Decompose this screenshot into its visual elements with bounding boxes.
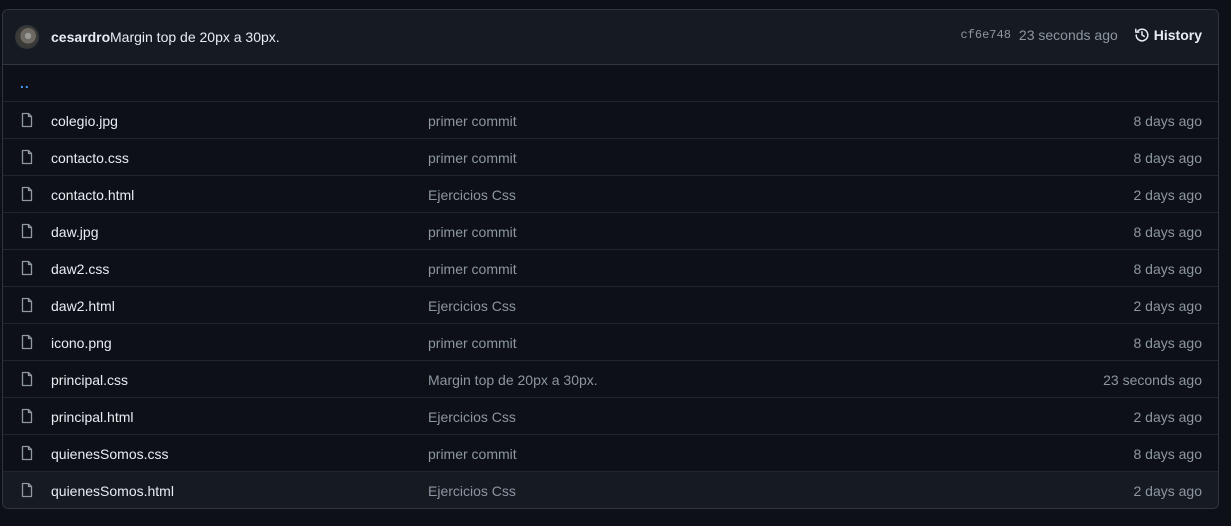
file-name-link[interactable]: quienesSomos.css: [51, 446, 169, 462]
latest-commit-bar: cesardro Margin top de 20px a 30px. cf6e…: [3, 10, 1218, 65]
file-age: 8 days ago: [1133, 261, 1203, 277]
file-icon: [19, 186, 35, 202]
file-name-link[interactable]: icono.png: [51, 335, 112, 351]
file-name-link[interactable]: daw2.html: [51, 298, 115, 314]
file-commit-message[interactable]: primer commit: [428, 261, 517, 277]
file-row[interactable]: icono.png primer commit 8 days ago: [3, 324, 1218, 361]
file-row[interactable]: principal.html Ejercicios Css 2 days ago: [3, 398, 1218, 435]
file-icon: [19, 112, 35, 128]
file-age: 2 days ago: [1133, 187, 1203, 203]
file-name-link[interactable]: principal.css: [51, 372, 128, 388]
file-age: 8 days ago: [1133, 113, 1203, 129]
file-commit-message[interactable]: primer commit: [428, 113, 517, 129]
commit-age: 23 seconds ago: [1018, 27, 1118, 43]
file-row[interactable]: daw2.css primer commit 8 days ago: [3, 250, 1218, 287]
file-age: 23 seconds ago: [1103, 372, 1202, 388]
file-age: 2 days ago: [1133, 483, 1203, 499]
commit-message[interactable]: Margin top de 20px a 30px.: [110, 29, 280, 45]
file-row[interactable]: daw2.html Ejercicios Css 2 days ago: [3, 287, 1218, 324]
file-age: 8 days ago: [1133, 446, 1203, 462]
file-icon: [19, 149, 35, 165]
file-name-link[interactable]: contacto.css: [51, 150, 129, 166]
file-age: 2 days ago: [1133, 409, 1203, 425]
file-age: 8 days ago: [1133, 150, 1203, 166]
parent-directory-link[interactable]: ..: [20, 75, 30, 91]
file-name-link[interactable]: contacto.html: [51, 187, 134, 203]
file-name-link[interactable]: principal.html: [51, 409, 133, 425]
file-row[interactable]: principal.css Margin top de 20px a 30px. 2…: [3, 361, 1218, 398]
history-button[interactable]: History: [1134, 27, 1202, 43]
file-name-link[interactable]: colegio.jpg: [51, 113, 118, 129]
file-row[interactable]: daw.jpg primer commit 8 days ago: [3, 213, 1218, 250]
file-age: 8 days ago: [1133, 224, 1203, 240]
file-browser: cesardro Margin top de 20px a 30px. cf6e…: [2, 9, 1219, 509]
file-row[interactable]: quienesSomos.html Ejercicios Css 2 days ag…: [3, 472, 1218, 508]
file-icon: [19, 260, 35, 276]
file-commit-message[interactable]: Ejercicios Css: [428, 187, 516, 203]
file-commit-message[interactable]: Ejercicios Css: [428, 298, 516, 314]
file-commit-message[interactable]: Ejercicios Css: [428, 409, 516, 425]
file-commit-message[interactable]: primer commit: [428, 446, 517, 462]
file-row[interactable]: contacto.html Ejercicios Css 2 days ago: [3, 176, 1218, 213]
file-commit-message[interactable]: primer commit: [428, 335, 517, 351]
file-list: colegio.jpg primer commit 8 days ago contac…: [3, 102, 1218, 508]
commit-sha[interactable]: cf6e748: [960, 28, 1010, 42]
file-commit-message[interactable]: Ejercicios Css: [428, 483, 516, 499]
file-commit-message[interactable]: primer commit: [428, 150, 517, 166]
file-icon: [19, 223, 35, 239]
file-commit-message[interactable]: primer commit: [428, 224, 517, 240]
file-age: 2 days ago: [1133, 298, 1203, 314]
file-commit-message[interactable]: Margin top de 20px a 30px.: [428, 372, 598, 388]
file-icon: [19, 334, 35, 350]
commit-author[interactable]: cesardro: [51, 29, 110, 45]
history-label: History: [1153, 27, 1202, 43]
commit-meta: cf6e748 23 seconds ago History: [960, 27, 1202, 43]
file-age: 8 days ago: [1133, 335, 1203, 351]
file-icon: [19, 297, 35, 313]
file-name-link[interactable]: quienesSomos.html: [51, 483, 174, 499]
file-name-link[interactable]: daw2.css: [51, 261, 109, 277]
history-icon: [1134, 27, 1150, 43]
file-row[interactable]: colegio.jpg primer commit 8 days ago: [3, 102, 1218, 139]
parent-directory-row[interactable]: ..: [3, 65, 1218, 102]
file-name-link[interactable]: daw.jpg: [51, 224, 98, 240]
file-row[interactable]: contacto.css primer commit 8 days ago: [3, 139, 1218, 176]
file-icon: [19, 371, 35, 387]
file-row[interactable]: quienesSomos.css primer commit 8 days ago: [3, 435, 1218, 472]
file-icon: [19, 445, 35, 461]
file-icon: [19, 408, 35, 424]
file-icon: [19, 482, 35, 498]
avatar[interactable]: [15, 25, 39, 49]
